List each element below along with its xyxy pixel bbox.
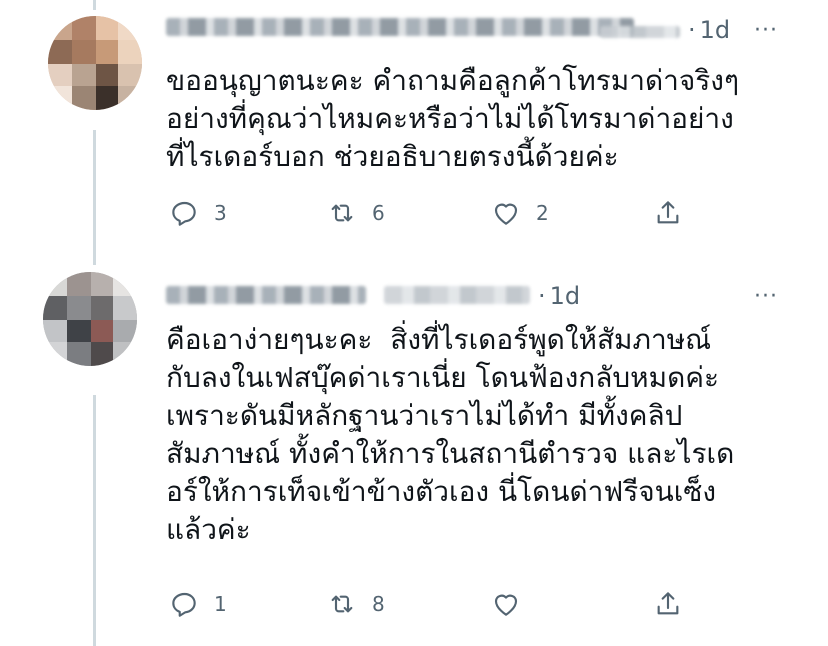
share-icon	[657, 201, 679, 224]
reply-icon	[172, 201, 196, 226]
like-icon	[494, 203, 518, 225]
thread-line	[93, 0, 96, 10]
reply-count: 1	[214, 592, 227, 616]
like-button[interactable]	[490, 588, 536, 620]
like-icon	[494, 594, 518, 616]
more-icon[interactable]: ···	[754, 284, 778, 309]
blurred-display-name[interactable]	[166, 18, 634, 36]
tweet-timestamp[interactable]: · 1d	[688, 16, 730, 44]
retweet-button[interactable]: 6	[326, 197, 385, 229]
share-button[interactable]	[652, 588, 684, 620]
reply-count: 3	[214, 201, 227, 225]
retweet-button[interactable]: 8	[326, 588, 385, 620]
retweet-icon	[331, 595, 353, 613]
time-label: 1d	[549, 282, 581, 310]
separator-dot: ·	[538, 282, 546, 310]
retweet-count: 6	[372, 201, 385, 225]
blurred-display-name[interactable]	[166, 286, 366, 304]
share-button[interactable]	[652, 197, 684, 229]
blurred-handle[interactable]	[600, 26, 680, 38]
share-icon	[657, 592, 679, 615]
tweet-text: ขออนุญาตนะคะ คำถามคือลูกค้าโทรมาด่าจริงๆ…	[166, 64, 740, 173]
tweet-text: คือเอาง่ายๆนะคะ สิ่งที่ไรเดอร์พูดให้สัมภ…	[166, 323, 735, 546]
retweet-icon	[331, 204, 353, 222]
thread-line	[93, 395, 96, 646]
avatar-pixelated-image	[48, 16, 142, 110]
like-count: 2	[536, 201, 549, 225]
avatar[interactable]	[43, 272, 137, 366]
retweet-count: 8	[372, 592, 385, 616]
like-button[interactable]: 2	[490, 197, 549, 229]
avatar-pixelated-image	[43, 272, 137, 366]
time-label: 1d	[699, 16, 731, 44]
reply-icon	[172, 592, 196, 617]
reply-button[interactable]: 1	[168, 588, 227, 620]
tweet-timestamp[interactable]: · 1d	[538, 282, 580, 310]
reply-button[interactable]: 3	[168, 197, 227, 229]
separator-dot: ·	[688, 16, 696, 44]
blurred-handle[interactable]	[384, 286, 530, 304]
more-icon[interactable]: ···	[754, 18, 778, 43]
avatar[interactable]	[48, 16, 142, 110]
thread-line	[93, 130, 96, 265]
